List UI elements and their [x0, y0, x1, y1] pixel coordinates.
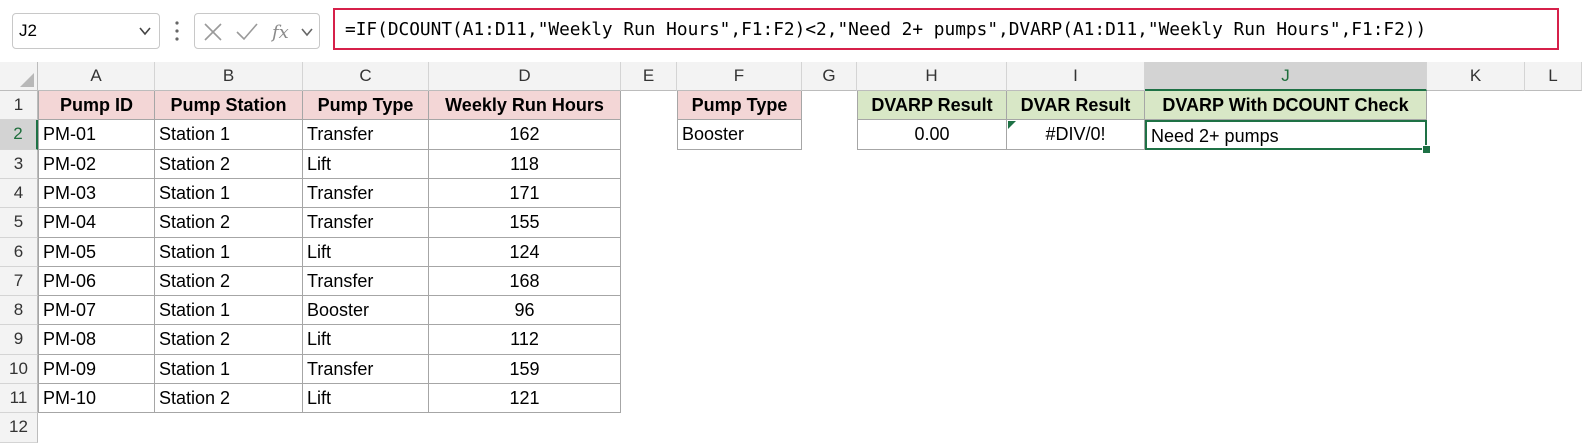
criteria-value[interactable]: Booster: [677, 120, 802, 150]
table-cell[interactable]: Station 2: [155, 325, 303, 355]
result-cell-j2[interactable]: Need 2+ pumps: [1145, 120, 1427, 150]
table-cell[interactable]: PM-05: [38, 238, 155, 267]
fill-handle[interactable]: [1422, 145, 1431, 154]
table-cell[interactable]: Transfer: [303, 208, 429, 238]
table-cell[interactable]: Station 1: [155, 355, 303, 384]
table-cell[interactable]: Station 1: [155, 238, 303, 267]
table-header-d[interactable]: Weekly Run Hours: [429, 91, 621, 120]
table-cell[interactable]: Station 1: [155, 179, 303, 208]
result-header-j[interactable]: DVARP With DCOUNT Check: [1145, 91, 1427, 120]
table-cell[interactable]: Lift: [303, 150, 429, 179]
table-cell[interactable]: Lift: [303, 238, 429, 267]
row-header-2[interactable]: 2: [0, 120, 38, 150]
table-cell[interactable]: Booster: [303, 296, 429, 325]
row-header-3[interactable]: 3: [0, 150, 38, 179]
table-cell[interactable]: 96: [429, 296, 621, 325]
row-header-4[interactable]: 4: [0, 179, 38, 208]
table-cell[interactable]: PM-08: [38, 325, 155, 355]
table-cell[interactable]: Station 1: [155, 120, 303, 150]
table-cell[interactable]: Station 2: [155, 150, 303, 179]
table-cell[interactable]: 171: [429, 179, 621, 208]
column-header-f[interactable]: F: [677, 62, 802, 91]
result-header-i[interactable]: DVAR Result: [1007, 91, 1145, 120]
column-header-j[interactable]: J: [1145, 62, 1427, 91]
table-header-c[interactable]: Pump Type: [303, 91, 429, 120]
row-header-1[interactable]: 1: [0, 91, 38, 120]
table-cell[interactable]: 121: [429, 384, 621, 413]
table-cell[interactable]: 159: [429, 355, 621, 384]
table-cell[interactable]: 162: [429, 120, 621, 150]
row-header-5[interactable]: 5: [0, 208, 38, 238]
table-cell[interactable]: PM-10: [38, 384, 155, 413]
column-header-l[interactable]: L: [1525, 62, 1582, 91]
row-header-10[interactable]: 10: [0, 355, 38, 384]
table-cell[interactable]: Station 2: [155, 267, 303, 296]
row-header-9[interactable]: 9: [0, 325, 38, 355]
column-header-h[interactable]: H: [857, 62, 1007, 91]
select-all-button[interactable]: [0, 62, 38, 91]
table-cell[interactable]: PM-03: [38, 179, 155, 208]
table-cell[interactable]: Station 1: [155, 296, 303, 325]
table-cell[interactable]: Station 2: [155, 384, 303, 413]
table-cell[interactable]: PM-06: [38, 267, 155, 296]
column-header-k[interactable]: K: [1427, 62, 1525, 91]
table-cell[interactable]: 155: [429, 208, 621, 238]
column-header-b[interactable]: B: [155, 62, 303, 91]
table-cell[interactable]: PM-02: [38, 150, 155, 179]
error-indicator-icon[interactable]: [1008, 121, 1016, 129]
table-cell[interactable]: 124: [429, 238, 621, 267]
criteria-header[interactable]: Pump Type: [677, 91, 802, 120]
table-header-b[interactable]: Pump Station: [155, 91, 303, 120]
result-cell-h2[interactable]: 0.00: [857, 120, 1007, 150]
table-cell[interactable]: 112: [429, 325, 621, 355]
result-cell-i2[interactable]: #DIV/0!: [1007, 120, 1145, 150]
column-header-e[interactable]: E: [621, 62, 677, 91]
table-cell[interactable]: 168: [429, 267, 621, 296]
worksheet-grid: A B C D E F G H I J K L 1 2 3 4 5 6 7 8 9 10 11 12 Pump ID Pump S…: [0, 0, 1582, 443]
table-header-a[interactable]: Pump ID: [38, 91, 155, 120]
table-cell[interactable]: PM-09: [38, 355, 155, 384]
table-cell[interactable]: Transfer: [303, 267, 429, 296]
column-header-a[interactable]: A: [38, 62, 155, 91]
table-cell[interactable]: Transfer: [303, 120, 429, 150]
row-header-11[interactable]: 11: [0, 384, 38, 413]
table-cell[interactable]: Transfer: [303, 179, 429, 208]
table-cell[interactable]: PM-07: [38, 296, 155, 325]
table-cell[interactable]: Station 2: [155, 208, 303, 238]
column-header-d[interactable]: D: [429, 62, 621, 91]
column-header-g[interactable]: G: [802, 62, 857, 91]
result-header-h[interactable]: DVARP Result: [857, 91, 1007, 120]
select-all-triangle-icon: [20, 73, 34, 87]
table-cell[interactable]: Lift: [303, 325, 429, 355]
column-header-c[interactable]: C: [303, 62, 429, 91]
row-header-8[interactable]: 8: [0, 296, 38, 325]
table-cell[interactable]: PM-01: [38, 120, 155, 150]
row-header-6[interactable]: 6: [0, 238, 38, 267]
row-header-7[interactable]: 7: [0, 267, 38, 296]
column-header-i[interactable]: I: [1007, 62, 1145, 91]
table-cell[interactable]: Lift: [303, 384, 429, 413]
table-cell[interactable]: Transfer: [303, 355, 429, 384]
table-cell[interactable]: PM-04: [38, 208, 155, 238]
row-header-12[interactable]: 12: [0, 413, 38, 443]
table-cell[interactable]: 118: [429, 150, 621, 179]
